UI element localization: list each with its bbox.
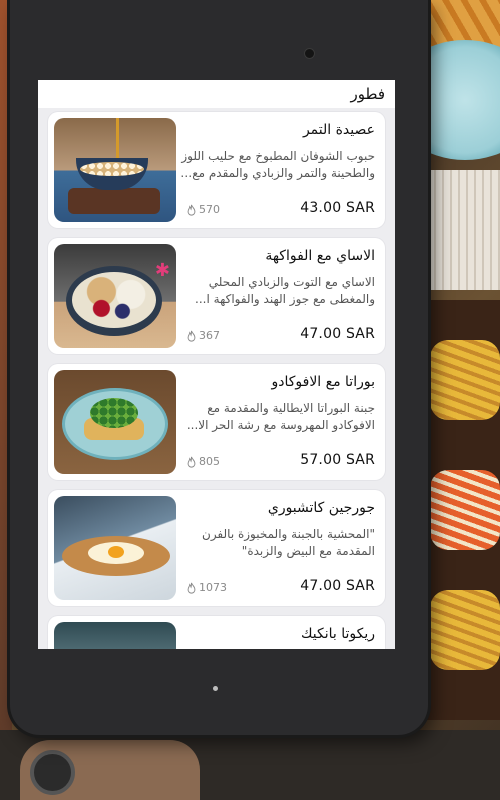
dish-description: جبنة البوراتا الايطالية والمقدمة مع الاف… bbox=[186, 401, 375, 432]
category-title: فطور bbox=[350, 85, 385, 103]
calories-value: 805 bbox=[199, 455, 220, 468]
dish-name: ريكوتا بانكيك bbox=[300, 626, 375, 642]
dish-name: بوراتا مع الافوكادو bbox=[271, 374, 375, 390]
dish-image bbox=[54, 496, 176, 600]
calories-value: 367 bbox=[199, 329, 220, 342]
flame-icon bbox=[187, 330, 196, 342]
calories-info: 1073 bbox=[186, 581, 227, 594]
menu-item-card[interactable]: ✱ الاساي مع الفواكهة الاساي مع التوت وال… bbox=[48, 238, 385, 354]
home-indicator bbox=[213, 686, 218, 691]
calories-value: 570 bbox=[199, 203, 220, 216]
wristwatch bbox=[30, 750, 75, 795]
dish-description: الاساي مع التوت والزبادي المحلي والمغطى … bbox=[195, 275, 375, 306]
flame-icon bbox=[187, 456, 196, 468]
front-camera bbox=[304, 48, 315, 59]
menu-item-card[interactable]: جورجين كاتشبوري "المحشية بالجبنة والمخبو… bbox=[48, 490, 385, 606]
calories-value: 1073 bbox=[199, 581, 227, 594]
dish-price: 47.00 SAR bbox=[300, 326, 375, 342]
dish-price: 43.00 SAR bbox=[300, 200, 375, 216]
dish-description: "المحشية بالجبنة والمخبوزة بالفرن المقدم… bbox=[202, 527, 375, 558]
dish-name: الاساي مع الفواكهة bbox=[265, 248, 375, 264]
menu-item-card[interactable]: عصيدة التمر حبوب الشوفان المطبوخ مع حليب… bbox=[48, 112, 385, 228]
background-corn bbox=[430, 470, 500, 550]
category-header: فطور bbox=[38, 80, 395, 108]
background-corn bbox=[430, 590, 500, 670]
background-corn bbox=[430, 340, 500, 420]
dish-name: عصيدة التمر bbox=[302, 122, 375, 138]
flame-icon bbox=[187, 204, 196, 216]
flame-icon bbox=[187, 582, 196, 594]
calories-info: 367 bbox=[186, 329, 220, 342]
menu-item-card[interactable]: ريكوتا بانكيك bbox=[48, 616, 385, 649]
dish-image: ✱ bbox=[54, 244, 176, 348]
background-napkin bbox=[420, 170, 500, 290]
dish-image bbox=[54, 118, 176, 222]
dish-image bbox=[54, 370, 176, 474]
menu-screen[interactable]: فطور عصيدة التمر حبوب الشوفان المطبوخ مع… bbox=[38, 80, 395, 649]
dish-price: 57.00 SAR bbox=[300, 452, 375, 468]
dish-price: 47.00 SAR bbox=[300, 578, 375, 594]
dish-name: جورجين كاتشبوري bbox=[267, 500, 375, 516]
calories-info: 805 bbox=[186, 455, 220, 468]
calories-info: 570 bbox=[186, 203, 220, 216]
menu-item-card[interactable]: بوراتا مع الافوكادو جبنة البوراتا الايطا… bbox=[48, 364, 385, 480]
dish-description: حبوب الشوفان المطبوخ مع حليب اللوز والطح… bbox=[181, 149, 375, 180]
dish-image bbox=[54, 622, 176, 649]
